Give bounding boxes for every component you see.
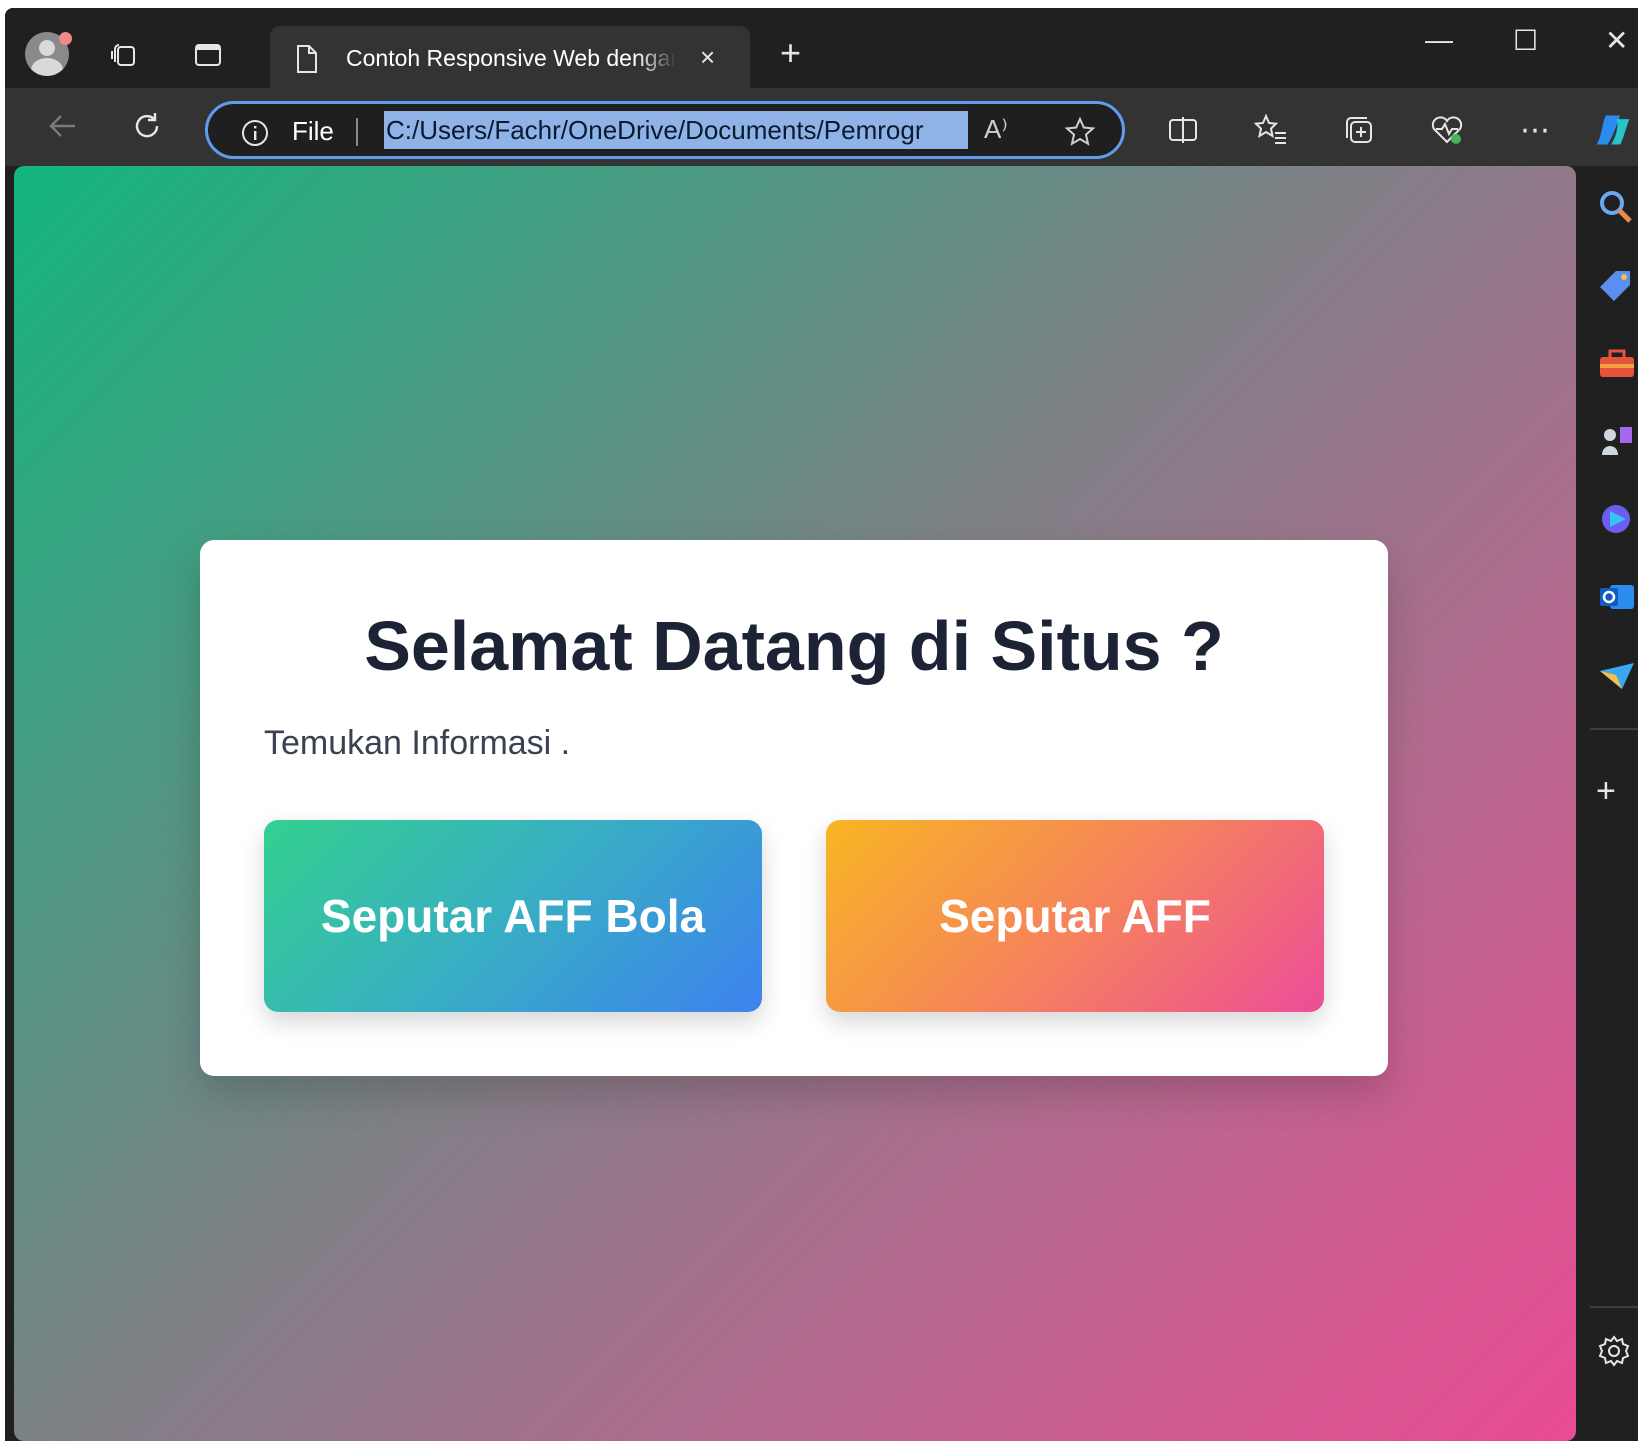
close-window-button[interactable]: ✕ xyxy=(1605,24,1628,57)
copilot-sidebar-icon[interactable] xyxy=(1596,498,1638,540)
browser-essentials-icon[interactable] xyxy=(1427,110,1467,150)
favorites-icon[interactable] xyxy=(1251,110,1291,150)
welcome-card: Selamat Datang di Situs ? Temukan Inform… xyxy=(200,540,1388,1076)
search-icon[interactable] xyxy=(1596,186,1638,228)
tag-icon[interactable] xyxy=(1596,264,1638,306)
tab-actions-icon[interactable] xyxy=(191,38,225,72)
workspaces-icon[interactable] xyxy=(108,38,142,72)
settings-gear-icon[interactable] xyxy=(1596,1330,1638,1372)
address-separator xyxy=(356,118,358,146)
url-scheme-label: File xyxy=(292,116,334,146)
url-text[interactable]: C:/Users/Fachr/OneDrive/Documents/Pemrog… xyxy=(384,111,968,149)
browser-window: Contoh Responsive Web dengan × + — ☐ ✕ F… xyxy=(5,8,1638,1441)
site-info-icon[interactable] xyxy=(240,118,270,153)
collections-icon[interactable] xyxy=(1339,110,1379,150)
read-aloud-icon[interactable]: A⁾ xyxy=(984,114,1008,145)
toolbox-icon[interactable] xyxy=(1596,342,1638,384)
seputar-aff-bola-button[interactable]: Seputar AFF Bola xyxy=(264,820,762,1012)
page-title: Selamat Datang di Situs ? xyxy=(364,607,1224,685)
avatar-body xyxy=(31,58,63,76)
tab-close-icon[interactable]: × xyxy=(700,44,715,70)
favorite-star-icon[interactable] xyxy=(1064,116,1096,153)
page-subtitle: Temukan Informasi . xyxy=(264,724,571,762)
refresh-icon[interactable] xyxy=(127,106,167,146)
tab-title: Contoh Responsive Web dengan xyxy=(346,45,676,71)
address-bar[interactable]: File C:/Users/Fachr/OneDrive/Documents/P… xyxy=(205,101,1125,159)
title-bar: Contoh Responsive Web dengan × + — ☐ ✕ xyxy=(5,8,1638,88)
more-options-icon[interactable]: ⋯ xyxy=(1515,110,1555,150)
page-viewport: Selamat Datang di Situs ? Temukan Inform… xyxy=(14,166,1576,1441)
profile-notification-dot xyxy=(59,32,72,45)
outlook-icon[interactable] xyxy=(1596,576,1638,618)
minimize-button[interactable]: — xyxy=(1425,24,1453,56)
navigation-toolbar: File C:/Users/Fachr/OneDrive/Documents/P… xyxy=(5,88,1638,166)
add-sidebar-app-button[interactable]: + xyxy=(1596,770,1638,812)
back-arrow-icon[interactable] xyxy=(43,106,83,146)
split-screen-icon[interactable] xyxy=(1163,110,1203,150)
tab-active[interactable]: Contoh Responsive Web dengan × xyxy=(270,26,750,88)
new-tab-button[interactable]: + xyxy=(780,35,801,71)
sidebar-divider xyxy=(1590,728,1638,730)
seputar-aff-button[interactable]: Seputar AFF xyxy=(826,820,1324,1012)
copilot-icon[interactable] xyxy=(1593,110,1633,150)
games-icon[interactable] xyxy=(1596,420,1638,462)
send-icon[interactable] xyxy=(1596,654,1638,696)
edge-sidebar: + xyxy=(1578,166,1638,1441)
avatar-head xyxy=(39,40,55,56)
page-document-icon xyxy=(294,44,320,79)
sidebar-divider-bottom xyxy=(1590,1306,1638,1308)
maximize-button[interactable]: ☐ xyxy=(1513,24,1538,57)
